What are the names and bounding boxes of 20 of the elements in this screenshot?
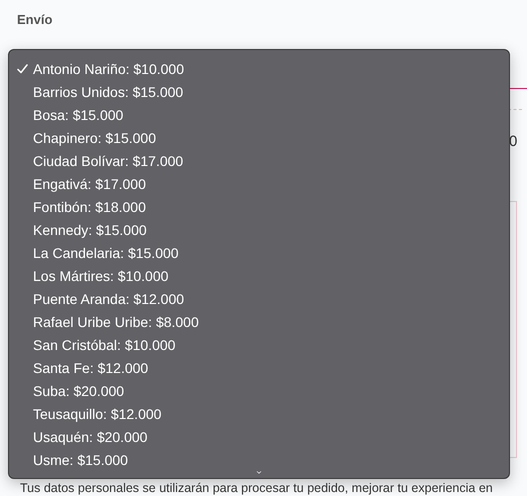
menu-option[interactable]: San Cristóbal: $10.000 <box>9 333 501 356</box>
menu-option[interactable]: Usaquén: $20.000 <box>9 425 501 448</box>
menu-option[interactable]: Chapinero: $15.000 <box>9 126 501 149</box>
menu-option[interactable]: Ciudad Bolívar: $17.000 <box>9 149 501 172</box>
menu-option[interactable]: Puente Aranda: $12.000 <box>9 287 501 310</box>
menu-option[interactable]: Los Mártires: $10.000 <box>9 264 501 287</box>
menu-option[interactable]: Kennedy: $15.000 <box>9 218 501 241</box>
menu-option[interactable]: La Candelaria: $15.000 <box>9 241 501 264</box>
menu-option[interactable]: Barrios Unidos: $15.000 <box>9 80 501 103</box>
menu-option[interactable]: Rafael Uribe Uribe: $8.000 <box>9 310 501 333</box>
privacy-text: Tus datos personales se utilizarán para procesar tu pedido, mejorar tu experiencia en <box>20 481 493 495</box>
menu-option[interactable]: Bosa: $15.000 <box>9 103 501 126</box>
menu-option[interactable]: Usme: $15.000 <box>9 448 501 471</box>
menu-option[interactable]: Teusaquillo: $12.000 <box>9 402 501 425</box>
section-label: Envío <box>17 12 52 27</box>
menu-option[interactable]: Fontibón: $18.000 <box>9 195 501 218</box>
menu-option[interactable]: Engativá: $17.000 <box>9 172 501 195</box>
menu-option[interactable]: Santa Fe: $12.000 <box>9 356 501 379</box>
menu-option[interactable]: Suba: $20.000 <box>9 379 501 402</box>
menu-option[interactable]: Antonio Nariño: $10.000 <box>9 57 501 80</box>
